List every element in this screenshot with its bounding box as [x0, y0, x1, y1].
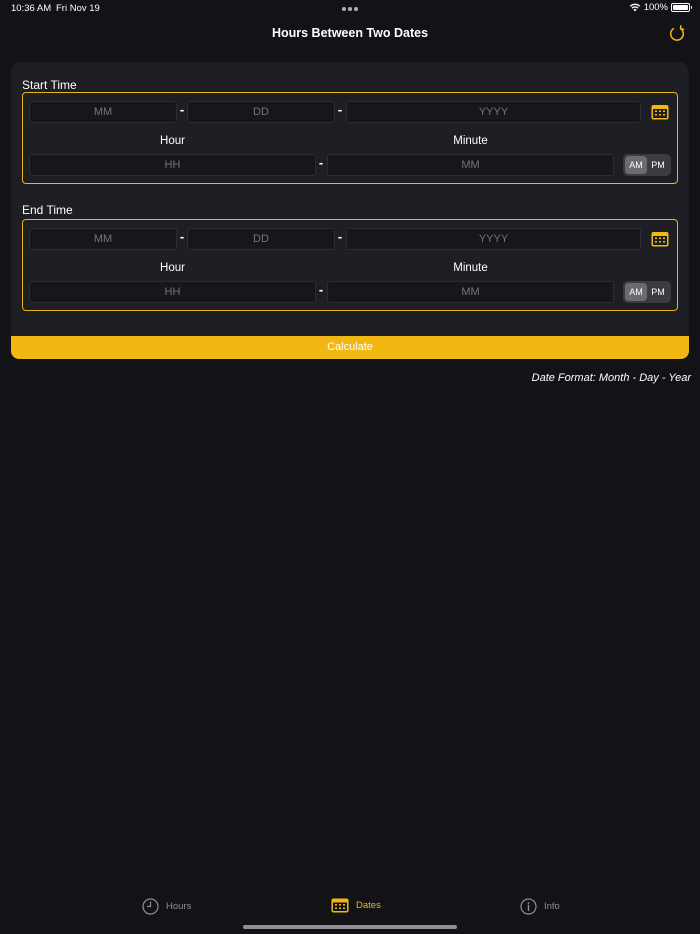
end-time-group: - - Hour Minute - AM PM: [22, 219, 678, 311]
clock-icon: [142, 898, 159, 915]
calendar-icon: [331, 898, 349, 913]
tab-info[interactable]: Info: [520, 898, 560, 915]
time-separator: -: [318, 155, 324, 170]
multitasking-dots-icon[interactable]: [342, 7, 358, 11]
calculate-button[interactable]: Calculate: [11, 336, 689, 359]
time-separator: -: [318, 282, 324, 297]
start-time-group: - - Hour Minute - AM PM: [22, 92, 678, 184]
home-indicator[interactable]: [243, 925, 457, 929]
start-month-input[interactable]: [29, 101, 177, 123]
pm-option[interactable]: PM: [647, 283, 669, 301]
wifi-icon: [629, 3, 640, 12]
info-icon: [520, 898, 537, 915]
battery-icon: [671, 3, 692, 12]
battery-percent: 100%: [643, 2, 668, 13]
start-day-input[interactable]: [187, 101, 335, 123]
calendar-picker-icon[interactable]: [651, 104, 669, 120]
date-separator: -: [337, 229, 343, 244]
tab-dates[interactable]: Dates: [331, 898, 381, 913]
hour-label: Hour: [160, 262, 185, 274]
tab-label: Hours: [166, 901, 192, 912]
minute-label: Minute: [453, 262, 488, 274]
status-right: 100%: [629, 2, 692, 13]
end-hour-input[interactable]: [29, 281, 316, 303]
start-hour-input[interactable]: [29, 154, 316, 176]
end-year-input[interactable]: [346, 228, 641, 250]
start-time-label: Start Time: [22, 78, 77, 92]
screen: 10:36 AM Fri Nov 19 100% Hours Between T…: [0, 0, 700, 934]
refresh-icon[interactable]: [668, 25, 686, 43]
tab-hours[interactable]: Hours: [142, 898, 191, 915]
am-option[interactable]: AM: [625, 156, 647, 174]
date-separator: -: [337, 102, 343, 117]
minute-label: Minute: [453, 135, 488, 147]
page-title: Hours Between Two Dates: [271, 26, 429, 40]
start-ampm-toggle[interactable]: AM PM: [623, 154, 671, 176]
status-bar: 10:36 AM Fri Nov 19 100%: [0, 0, 700, 18]
calendar-picker-icon[interactable]: [651, 231, 669, 247]
tab-label: Dates: [356, 900, 381, 911]
tab-label: Info: [544, 901, 560, 912]
date-separator: -: [179, 229, 185, 244]
end-ampm-toggle[interactable]: AM PM: [623, 281, 671, 303]
end-month-input[interactable]: [29, 228, 177, 250]
start-year-input[interactable]: [346, 101, 641, 123]
am-option[interactable]: AM: [625, 283, 647, 301]
status-time: 10:36 AM: [11, 3, 52, 14]
end-minute-input[interactable]: [327, 281, 614, 303]
date-separator: -: [179, 102, 185, 117]
input-card: Start Time - - Hour Minute - AM PM End T…: [11, 62, 689, 342]
end-time-label: End Time: [22, 203, 73, 217]
end-day-input[interactable]: [187, 228, 335, 250]
status-date: Fri Nov 19: [56, 3, 100, 14]
start-minute-input[interactable]: [327, 154, 614, 176]
date-format-note: Date Format: Month - Day - Year: [531, 372, 691, 384]
pm-option[interactable]: PM: [647, 156, 669, 174]
hour-label: Hour: [160, 135, 185, 147]
